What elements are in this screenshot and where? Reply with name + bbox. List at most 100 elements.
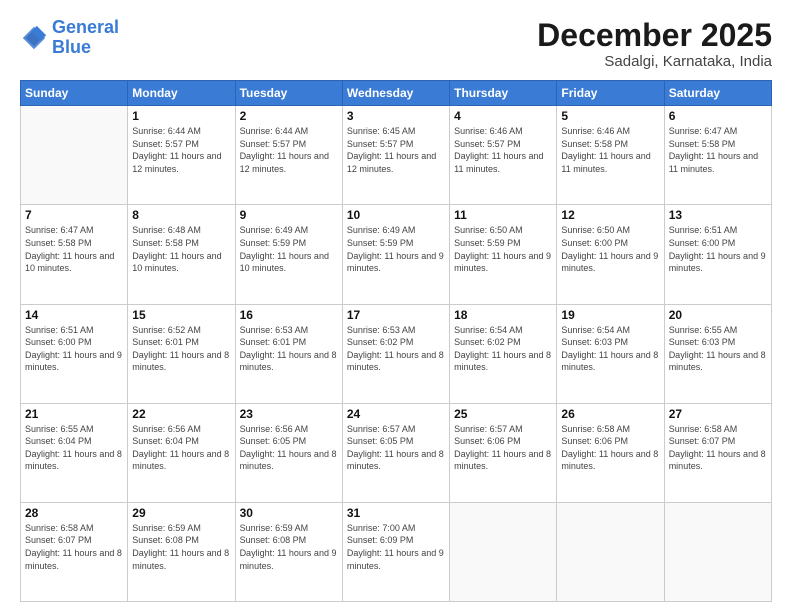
day-number: 7 xyxy=(25,208,123,222)
logo-icon xyxy=(20,24,48,52)
calendar-cell: 24 Sunrise: 6:57 AM Sunset: 6:05 PM Dayli… xyxy=(342,403,449,502)
day-info: Sunrise: 6:57 AM Sunset: 6:05 PM Dayligh… xyxy=(347,423,445,473)
calendar-cell: 20 Sunrise: 6:55 AM Sunset: 6:03 PM Dayli… xyxy=(664,304,771,403)
calendar-cell: 28Sunrise: 6:58 AM Sunset: 6:07 PM Dayli… xyxy=(21,502,128,601)
calendar-cell: 27 Sunrise: 6:58 AM Sunset: 6:07 PM Dayli… xyxy=(664,403,771,502)
calendar-cell: 4 Sunrise: 6:46 AM Sunset: 5:57 PM Daylig… xyxy=(450,106,557,205)
day-info: Sunrise: 6:44 AM Sunset: 5:57 PM Dayligh… xyxy=(132,125,230,175)
calendar-week-4: 21Sunrise: 6:55 AM Sunset: 6:04 PM Dayli… xyxy=(21,403,772,502)
day-info: Sunrise: 6:54 AM Sunset: 6:02 PM Dayligh… xyxy=(454,324,552,374)
day-info: Sunrise: 6:44 AM Sunset: 5:57 PM Dayligh… xyxy=(240,125,338,175)
calendar-header-monday: Monday xyxy=(128,81,235,106)
calendar-cell: 14Sunrise: 6:51 AM Sunset: 6:00 PM Dayli… xyxy=(21,304,128,403)
day-info: Sunrise: 6:50 AM Sunset: 5:59 PM Dayligh… xyxy=(454,224,552,274)
day-info: Sunrise: 6:58 AM Sunset: 6:07 PM Dayligh… xyxy=(25,522,123,572)
calendar-header-sunday: Sunday xyxy=(21,81,128,106)
day-info: Sunrise: 6:46 AM Sunset: 5:58 PM Dayligh… xyxy=(561,125,659,175)
day-info: Sunrise: 6:54 AM Sunset: 6:03 PM Dayligh… xyxy=(561,324,659,374)
day-info: Sunrise: 6:59 AM Sunset: 6:08 PM Dayligh… xyxy=(240,522,338,572)
day-number: 8 xyxy=(132,208,230,222)
month-title: December 2025 xyxy=(537,18,772,53)
calendar-cell: 5 Sunrise: 6:46 AM Sunset: 5:58 PM Daylig… xyxy=(557,106,664,205)
day-number: 10 xyxy=(347,208,445,222)
calendar-cell: 9 Sunrise: 6:49 AM Sunset: 5:59 PM Daylig… xyxy=(235,205,342,304)
day-number: 6 xyxy=(669,109,767,123)
calendar-cell: 1 Sunrise: 6:44 AM Sunset: 5:57 PM Daylig… xyxy=(128,106,235,205)
day-info: Sunrise: 6:58 AM Sunset: 6:07 PM Dayligh… xyxy=(669,423,767,473)
day-info: Sunrise: 6:48 AM Sunset: 5:58 PM Dayligh… xyxy=(132,224,230,274)
calendar-header-saturday: Saturday xyxy=(664,81,771,106)
calendar-cell: 7 Sunrise: 6:47 AM Sunset: 5:58 PM Daylig… xyxy=(21,205,128,304)
day-number: 18 xyxy=(454,308,552,322)
calendar-cell: 8 Sunrise: 6:48 AM Sunset: 5:58 PM Daylig… xyxy=(128,205,235,304)
calendar-cell: 31Sunrise: 7:00 AM Sunset: 6:09 PM Dayli… xyxy=(342,502,449,601)
day-info: Sunrise: 6:55 AM Sunset: 6:03 PM Dayligh… xyxy=(669,324,767,374)
day-number: 1 xyxy=(132,109,230,123)
day-info: Sunrise: 6:52 AM Sunset: 6:01 PM Dayligh… xyxy=(132,324,230,374)
calendar-cell: 18 Sunrise: 6:54 AM Sunset: 6:02 PM Dayli… xyxy=(450,304,557,403)
day-info: Sunrise: 6:57 AM Sunset: 6:06 PM Dayligh… xyxy=(454,423,552,473)
day-number: 9 xyxy=(240,208,338,222)
day-number: 2 xyxy=(240,109,338,123)
day-number: 13 xyxy=(669,208,767,222)
day-number: 5 xyxy=(561,109,659,123)
day-number: 29 xyxy=(132,506,230,520)
calendar-cell: 11 Sunrise: 6:50 AM Sunset: 5:59 PM Dayli… xyxy=(450,205,557,304)
day-info: Sunrise: 6:59 AM Sunset: 6:08 PM Dayligh… xyxy=(132,522,230,572)
calendar-cell: 25 Sunrise: 6:57 AM Sunset: 6:06 PM Dayli… xyxy=(450,403,557,502)
calendar-cell: 15 Sunrise: 6:52 AM Sunset: 6:01 PM Dayli… xyxy=(128,304,235,403)
calendar-cell xyxy=(557,502,664,601)
calendar-header-row: SundayMondayTuesdayWednesdayThursdayFrid… xyxy=(21,81,772,106)
calendar-cell: 23Sunrise: 6:56 AM Sunset: 6:05 PM Dayli… xyxy=(235,403,342,502)
day-info: Sunrise: 6:47 AM Sunset: 5:58 PM Dayligh… xyxy=(25,224,123,274)
calendar-header-friday: Friday xyxy=(557,81,664,106)
day-number: 24 xyxy=(347,407,445,421)
day-info: Sunrise: 6:58 AM Sunset: 6:06 PM Dayligh… xyxy=(561,423,659,473)
calendar-cell: 30 Sunrise: 6:59 AM Sunset: 6:08 PM Dayli… xyxy=(235,502,342,601)
day-info: Sunrise: 6:56 AM Sunset: 6:04 PM Dayligh… xyxy=(132,423,230,473)
day-number: 20 xyxy=(669,308,767,322)
day-number: 19 xyxy=(561,308,659,322)
day-number: 11 xyxy=(454,208,552,222)
calendar-week-5: 28Sunrise: 6:58 AM Sunset: 6:07 PM Dayli… xyxy=(21,502,772,601)
day-info: Sunrise: 6:51 AM Sunset: 6:00 PM Dayligh… xyxy=(669,224,767,274)
day-info: Sunrise: 7:00 AM Sunset: 6:09 PM Dayligh… xyxy=(347,522,445,572)
calendar-cell: 13 Sunrise: 6:51 AM Sunset: 6:00 PM Dayli… xyxy=(664,205,771,304)
calendar-cell xyxy=(664,502,771,601)
calendar-cell: 6 Sunrise: 6:47 AM Sunset: 5:58 PM Daylig… xyxy=(664,106,771,205)
day-info: Sunrise: 6:49 AM Sunset: 5:59 PM Dayligh… xyxy=(240,224,338,274)
day-info: Sunrise: 6:50 AM Sunset: 6:00 PM Dayligh… xyxy=(561,224,659,274)
calendar-cell: 3 Sunrise: 6:45 AM Sunset: 5:57 PM Daylig… xyxy=(342,106,449,205)
day-number: 23 xyxy=(240,407,338,421)
day-number: 3 xyxy=(347,109,445,123)
day-number: 12 xyxy=(561,208,659,222)
calendar-cell: 29 Sunrise: 6:59 AM Sunset: 6:08 PM Dayli… xyxy=(128,502,235,601)
calendar-cell: 22 Sunrise: 6:56 AM Sunset: 6:04 PM Dayli… xyxy=(128,403,235,502)
logo-text: General Blue xyxy=(52,18,119,58)
calendar-week-2: 7 Sunrise: 6:47 AM Sunset: 5:58 PM Daylig… xyxy=(21,205,772,304)
calendar-header-thursday: Thursday xyxy=(450,81,557,106)
calendar-header-tuesday: Tuesday xyxy=(235,81,342,106)
location: Sadalgi, Karnataka, India xyxy=(537,53,772,70)
calendar-cell xyxy=(450,502,557,601)
calendar-cell: 16Sunrise: 6:53 AM Sunset: 6:01 PM Dayli… xyxy=(235,304,342,403)
logo: General Blue xyxy=(20,18,119,58)
day-info: Sunrise: 6:45 AM Sunset: 5:57 PM Dayligh… xyxy=(347,125,445,175)
day-info: Sunrise: 6:49 AM Sunset: 5:59 PM Dayligh… xyxy=(347,224,445,274)
day-number: 25 xyxy=(454,407,552,421)
day-number: 4 xyxy=(454,109,552,123)
calendar-cell: 12 Sunrise: 6:50 AM Sunset: 6:00 PM Dayli… xyxy=(557,205,664,304)
day-number: 27 xyxy=(669,407,767,421)
day-number: 22 xyxy=(132,407,230,421)
calendar-cell xyxy=(21,106,128,205)
day-info: Sunrise: 6:47 AM Sunset: 5:58 PM Dayligh… xyxy=(669,125,767,175)
day-number: 26 xyxy=(561,407,659,421)
day-number: 15 xyxy=(132,308,230,322)
day-number: 14 xyxy=(25,308,123,322)
day-info: Sunrise: 6:46 AM Sunset: 5:57 PM Dayligh… xyxy=(454,125,552,175)
day-number: 17 xyxy=(347,308,445,322)
title-block: December 2025 Sadalgi, Karnataka, India xyxy=(537,18,772,70)
calendar-cell: 21Sunrise: 6:55 AM Sunset: 6:04 PM Dayli… xyxy=(21,403,128,502)
day-info: Sunrise: 6:53 AM Sunset: 6:02 PM Dayligh… xyxy=(347,324,445,374)
day-number: 30 xyxy=(240,506,338,520)
